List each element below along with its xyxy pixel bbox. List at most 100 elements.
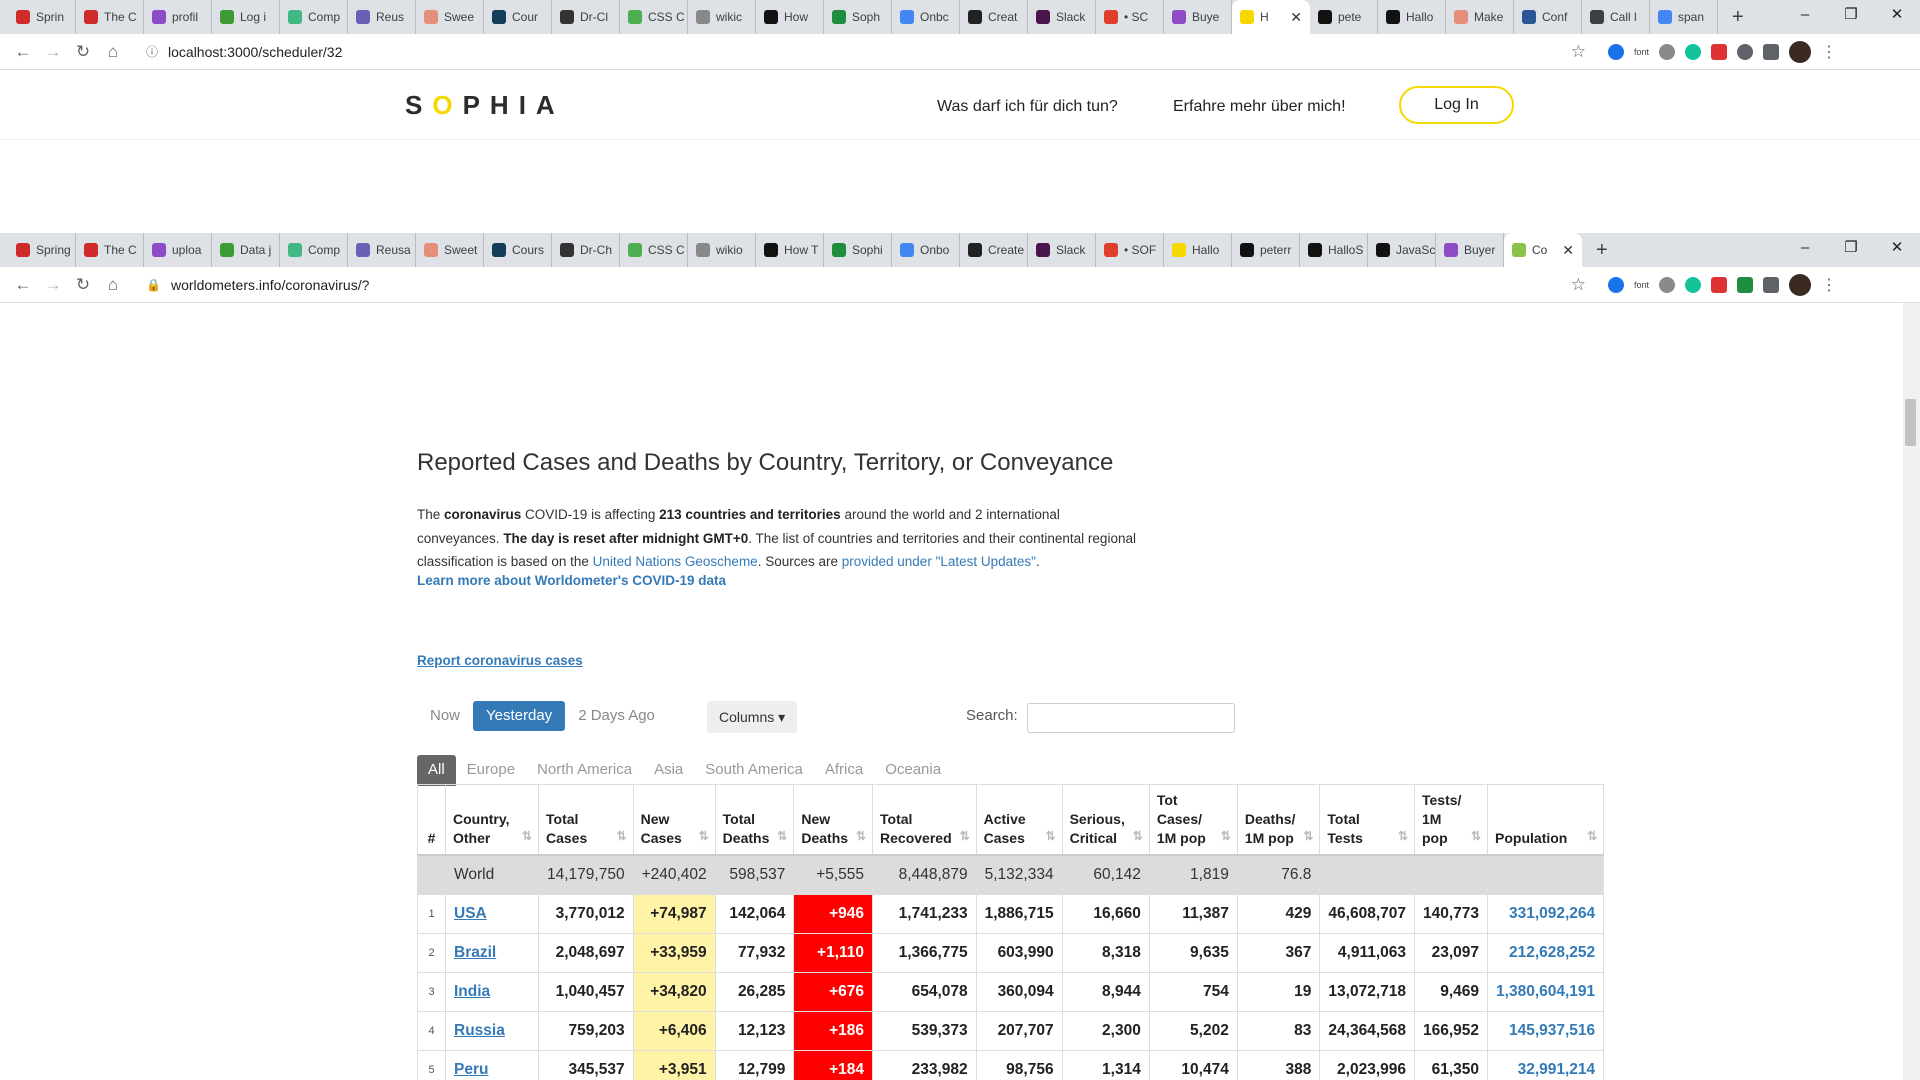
sort-icon[interactable]: ⇅: [1398, 827, 1408, 846]
browser-tab[interactable]: Sweet: [416, 233, 484, 267]
region-tab[interactable]: All: [417, 755, 456, 786]
day-now-button[interactable]: Now: [417, 701, 473, 731]
learn-more-link[interactable]: Learn more about Worldometer's COVID-19 …: [417, 573, 726, 588]
column-header[interactable]: Deaths/ 1M pop ⇅: [1236, 784, 1321, 856]
bookmark-star-icon[interactable]: ☆: [1571, 42, 1586, 62]
browser-tab[interactable]: • SOF: [1096, 233, 1164, 267]
browser-tab[interactable]: Creat: [960, 0, 1028, 34]
restore-icon[interactable]: ❐: [1828, 233, 1874, 267]
browser-tab[interactable]: peterr: [1232, 233, 1300, 267]
puzzle-icon[interactable]: [1763, 276, 1780, 293]
browser-tab[interactable]: Swee: [416, 0, 484, 34]
geoscheme-link[interactable]: United Nations Geoscheme: [593, 554, 758, 569]
browser-tab[interactable]: Dr-Cl: [552, 0, 620, 34]
puzzle-icon[interactable]: [1763, 43, 1780, 60]
scrollbar-thumb[interactable]: [1905, 399, 1916, 446]
new-tab-icon[interactable]: +: [1718, 6, 1758, 29]
sort-icon[interactable]: ⇅: [1221, 827, 1231, 846]
region-tab[interactable]: South America: [694, 755, 814, 786]
lock-icon[interactable]: 🔒: [146, 278, 161, 292]
forward-icon[interactable]: →: [38, 275, 68, 295]
sort-icon[interactable]: ⇅: [1303, 827, 1313, 846]
browser-tab[interactable]: How: [756, 0, 824, 34]
column-header[interactable]: Country, Other ⇅: [445, 784, 539, 856]
columns-dropdown[interactable]: Columns ▾: [707, 701, 798, 733]
sort-icon[interactable]: ⇅: [1046, 827, 1056, 846]
column-header[interactable]: Total Tests ⇅: [1319, 784, 1415, 856]
sort-icon[interactable]: ⇅: [777, 827, 787, 846]
column-header[interactable]: #: [417, 784, 446, 856]
browser-tab[interactable]: Dr-Ch: [552, 233, 620, 267]
browser-tab[interactable]: Buye: [1164, 0, 1232, 34]
sort-icon[interactable]: ⇅: [617, 827, 627, 846]
country-link[interactable]: Peru: [454, 1061, 488, 1078]
reload-icon[interactable]: ↻: [68, 275, 98, 295]
sort-icon[interactable]: ⇅: [1471, 827, 1481, 846]
sort-icon[interactable]: ⇅: [856, 827, 866, 846]
adblock-icon[interactable]: [1711, 276, 1728, 293]
sort-icon[interactable]: ⇅: [699, 827, 709, 846]
avatar[interactable]: [1789, 273, 1812, 296]
column-header[interactable]: Active Cases ⇅: [975, 784, 1063, 856]
url-text[interactable]: worldometers.info/coronavirus/?: [171, 277, 1571, 293]
browser-tab[interactable]: Spring: [8, 233, 76, 267]
browser-tab[interactable]: JavaSc: [1368, 233, 1436, 267]
grammarly-icon[interactable]: [1685, 43, 1702, 60]
minimize-icon[interactable]: –: [1782, 233, 1828, 267]
browser-tab[interactable]: Buyer: [1436, 233, 1504, 267]
kebab-menu-icon[interactable]: ⋮: [1821, 275, 1837, 295]
minimize-icon[interactable]: –: [1782, 0, 1828, 34]
browser-tab[interactable]: Conf: [1514, 0, 1582, 34]
address-bar[interactable]: ⓘ localhost:3000/scheduler/32 ☆: [136, 37, 1596, 66]
search-input[interactable]: [1027, 703, 1235, 733]
region-tab[interactable]: Asia: [643, 755, 694, 786]
login-button[interactable]: Log In: [1399, 86, 1514, 124]
day-2days-button[interactable]: 2 Days Ago: [565, 701, 668, 731]
close-window-icon[interactable]: ✕: [1874, 233, 1920, 267]
browser-tab[interactable]: Slack: [1028, 0, 1096, 34]
column-header[interactable]: Tests/ 1M pop ⇅: [1413, 784, 1489, 856]
column-header[interactable]: Total Deaths ⇅: [714, 784, 795, 856]
nav-link-about[interactable]: Erfahre mehr über mich!: [1173, 98, 1346, 116]
sort-icon[interactable]: ⇅: [1587, 827, 1597, 846]
column-header[interactable]: Serious, Critical ⇅: [1061, 784, 1150, 856]
forward-icon[interactable]: →: [38, 42, 68, 62]
region-tab[interactable]: North America: [526, 755, 643, 786]
font-extension-icon[interactable]: font: [1634, 280, 1649, 290]
browser-tab[interactable]: wikic: [688, 0, 756, 34]
sort-icon[interactable]: ⇅: [522, 827, 532, 846]
home-icon[interactable]: ⌂: [98, 275, 128, 295]
country-link[interactable]: Russia: [454, 1022, 505, 1039]
browser-tab[interactable]: • SC: [1096, 0, 1164, 34]
bookmark-star-icon[interactable]: ☆: [1571, 275, 1586, 295]
browser-tab[interactable]: CSS C: [620, 233, 688, 267]
reload-icon[interactable]: ↻: [68, 42, 98, 62]
country-link[interactable]: Brazil: [454, 944, 496, 961]
grammarly-icon[interactable]: [1685, 276, 1702, 293]
browser-tab[interactable]: HalloS: [1300, 233, 1368, 267]
scrollbar[interactable]: [1903, 303, 1920, 1080]
browser-tab[interactable]: pete: [1310, 0, 1378, 34]
nav-link-services[interactable]: Was darf ich für dich tun?: [937, 98, 1118, 116]
extension-icon[interactable]: [1608, 43, 1624, 60]
browser-tab[interactable]: Reusa: [348, 233, 416, 267]
browser-tab[interactable]: How T: [756, 233, 824, 267]
cloud-extension-icon[interactable]: [1659, 276, 1676, 293]
browser-tab[interactable]: Co ✕: [1504, 233, 1582, 267]
kebab-menu-icon[interactable]: ⋮: [1821, 42, 1837, 62]
column-header[interactable]: New Cases ⇅: [632, 784, 716, 856]
column-header[interactable]: New Deaths ⇅: [793, 784, 874, 856]
browser-tab[interactable]: H ✕: [1232, 0, 1310, 34]
cloud-extension-icon[interactable]: [1659, 43, 1676, 60]
browser-tab[interactable]: Create: [960, 233, 1028, 267]
day-yesterday-button[interactable]: Yesterday: [473, 701, 566, 731]
sort-icon[interactable]: ⇅: [1133, 827, 1143, 846]
close-window-icon[interactable]: ✕: [1874, 0, 1920, 34]
url-text[interactable]: localhost:3000/scheduler/32: [168, 44, 1571, 60]
column-header[interactable]: Total Cases ⇅: [538, 784, 634, 856]
sort-icon[interactable]: ⇅: [960, 827, 970, 846]
browser-tab[interactable]: Data j: [212, 233, 280, 267]
address-bar[interactable]: 🔒 worldometers.info/coronavirus/? ☆: [136, 270, 1596, 299]
browser-tab[interactable]: span: [1650, 0, 1718, 34]
browser-tab[interactable]: uploa: [144, 233, 212, 267]
